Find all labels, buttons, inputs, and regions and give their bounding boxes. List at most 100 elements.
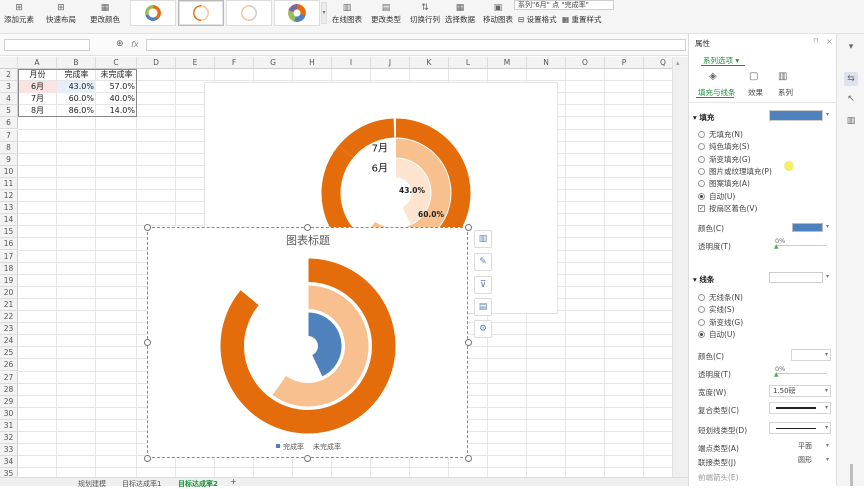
- row-header[interactable]: 3: [0, 81, 18, 94]
- table-cell[interactable]: 60.0%: [57, 93, 96, 105]
- chart-title[interactable]: 图表标题: [286, 233, 330, 247]
- column-header[interactable]: L: [449, 57, 488, 69]
- row-header[interactable]: 9: [0, 153, 18, 166]
- chevron-down-icon[interactable]: ▾: [826, 111, 829, 118]
- column-header[interactable]: B: [57, 57, 96, 69]
- scroll-up-icon[interactable]: ▴: [676, 59, 680, 67]
- dash-dropdown[interactable]: [769, 422, 831, 434]
- line-color-swatch[interactable]: [769, 272, 823, 283]
- sheet-tab[interactable]: 目标达成率1: [122, 479, 161, 489]
- table-cell[interactable]: 57.0%: [96, 81, 137, 93]
- properties-icon[interactable]: ⇆: [844, 72, 858, 86]
- table-cell[interactable]: 7月: [18, 93, 57, 105]
- row-header[interactable]: 30: [0, 407, 18, 420]
- column-header[interactable]: E: [176, 57, 215, 69]
- row-header[interactable]: 24: [0, 335, 18, 348]
- data-label[interactable]: 60.0%: [418, 210, 445, 219]
- column-header[interactable]: K: [410, 57, 449, 69]
- row-header[interactable]: 21: [0, 298, 18, 311]
- slider-handle[interactable]: ▲: [774, 243, 779, 250]
- chart-style-1[interactable]: [130, 0, 176, 26]
- column-header[interactable]: J: [371, 57, 410, 69]
- resize-handle[interactable]: [144, 455, 151, 462]
- column-header[interactable]: N: [527, 57, 566, 69]
- row-header[interactable]: 6: [0, 117, 18, 130]
- column-header[interactable]: F: [215, 57, 254, 69]
- table-header-cell[interactable]: 月份: [18, 69, 57, 81]
- join-dropdown[interactable]: 圆形: [795, 455, 831, 467]
- table-cell[interactable]: 14.0%: [96, 105, 137, 117]
- row-header[interactable]: 26: [0, 359, 18, 372]
- transparency-slider[interactable]: [775, 245, 827, 246]
- legend-label[interactable]: 未完成率: [313, 442, 341, 451]
- line-transparency-slider[interactable]: [775, 373, 827, 374]
- zoom-icon[interactable]: ⊕: [116, 39, 124, 49]
- row-header[interactable]: 2: [0, 69, 18, 82]
- select-data-button[interactable]: ▦ 选择数据: [445, 0, 475, 34]
- row-header[interactable]: 12: [0, 190, 18, 203]
- online-chart-button[interactable]: ▥ 在线图表: [332, 0, 362, 34]
- table-header-cell[interactable]: 未完成率: [96, 69, 137, 81]
- line-color-dropdown[interactable]: [791, 349, 831, 361]
- chart-settings-button[interactable]: ⚙: [474, 320, 492, 338]
- column-header[interactable]: O: [566, 57, 605, 69]
- column-header[interactable]: Q: [644, 57, 672, 69]
- tab-series[interactable]: 系列: [778, 87, 793, 98]
- row-header[interactable]: 27: [0, 371, 18, 384]
- resize-handle[interactable]: [304, 224, 311, 231]
- legend-swatch[interactable]: [276, 444, 280, 448]
- move-chart-button[interactable]: ▣ 移动图表: [483, 0, 513, 34]
- add-element-button[interactable]: ⊞ 添加元素: [4, 0, 34, 34]
- resize-handle[interactable]: [144, 224, 151, 231]
- column-header[interactable]: D: [137, 57, 176, 69]
- resize-handle[interactable]: [465, 455, 472, 462]
- table-cell[interactable]: 43.0%: [57, 81, 96, 93]
- row-header[interactable]: 17: [0, 250, 18, 263]
- row-header[interactable]: 10: [0, 165, 18, 178]
- color-swatch[interactable]: [792, 223, 823, 232]
- row-header[interactable]: 31: [0, 419, 18, 432]
- gallery-expand-button[interactable]: ▾: [321, 2, 327, 24]
- fx-icon[interactable]: fx: [131, 40, 139, 49]
- series-dropdown[interactable]: 系列"6月" 点 "完成率": [514, 0, 614, 10]
- column-header[interactable]: P: [605, 57, 644, 69]
- column-header[interactable]: A: [18, 57, 57, 69]
- fill-option-picture[interactable]: 图片或纹理填充(P): [698, 166, 772, 177]
- cap-dropdown[interactable]: 平面: [795, 441, 831, 453]
- data-label[interactable]: 43.0%: [399, 186, 426, 195]
- slider-handle[interactable]: ▲: [774, 371, 779, 378]
- row-header[interactable]: 16: [0, 238, 18, 251]
- table-cell[interactable]: 86.0%: [57, 105, 96, 117]
- row-header[interactable]: 18: [0, 262, 18, 275]
- row-header[interactable]: 19: [0, 274, 18, 287]
- fill-option-pattern[interactable]: 图案填充(A): [698, 178, 750, 189]
- quick-layout-button[interactable]: ⊞ 快速布局: [46, 0, 76, 34]
- chevron-down-icon[interactable]: ▾: [826, 223, 829, 230]
- table-cell[interactable]: 6月: [18, 81, 57, 93]
- row-header[interactable]: 29: [0, 395, 18, 408]
- select-icon[interactable]: ↖: [844, 92, 858, 106]
- row-header[interactable]: 15: [0, 226, 18, 239]
- donut-ring-6月[interactable]: [307, 312, 342, 377]
- set-format-button[interactable]: ⊟ 设置格式: [518, 14, 557, 25]
- legend-label[interactable]: 完成率: [283, 442, 304, 451]
- resize-handle[interactable]: [465, 224, 472, 231]
- line-option-auto[interactable]: 自动(U): [698, 329, 735, 340]
- chart-elements-button[interactable]: ▥: [474, 230, 492, 248]
- line-section-title[interactable]: ▾ 线条: [693, 274, 714, 285]
- column-header[interactable]: H: [293, 57, 332, 69]
- sheet-tab[interactable]: 规划建模: [78, 479, 106, 489]
- column-header[interactable]: I: [332, 57, 371, 69]
- chart-type-button[interactable]: ▤: [474, 298, 492, 316]
- tab-effect[interactable]: 效果: [748, 87, 763, 98]
- category-label[interactable]: 7月: [372, 143, 388, 155]
- fill-option-solid[interactable]: 纯色填充(S): [698, 141, 750, 152]
- category-label[interactable]: 6月: [372, 163, 388, 175]
- select-all-corner[interactable]: [0, 57, 18, 69]
- fill-section-title[interactable]: ▾ 填充: [693, 112, 714, 123]
- panel-scrollbar[interactable]: [850, 464, 853, 486]
- formula-input[interactable]: [146, 39, 686, 51]
- column-header[interactable]: G: [254, 57, 293, 69]
- column-header[interactable]: C: [96, 57, 137, 69]
- line-option-solid[interactable]: 实线(S): [698, 304, 735, 315]
